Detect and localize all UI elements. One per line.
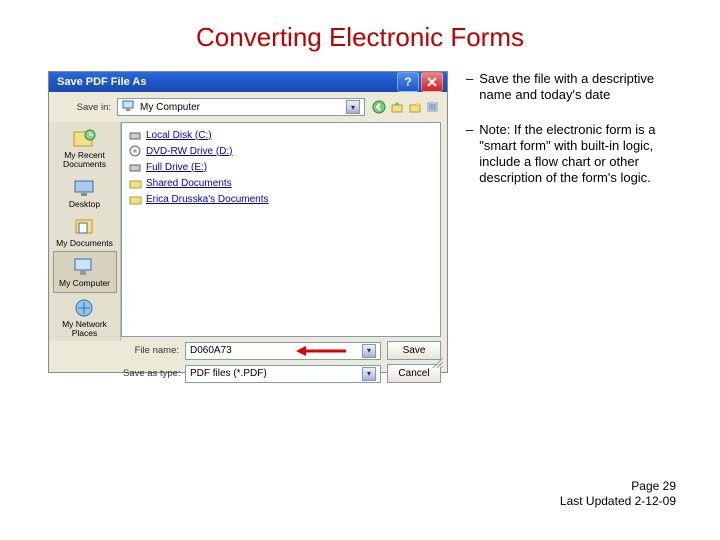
filename-label: File name: [123, 345, 179, 356]
note-text: Save the file with a descriptive name an… [479, 71, 674, 104]
back-icon[interactable] [371, 99, 387, 115]
places-bar: My Recent Documents Desktop My Documents… [49, 122, 121, 341]
computer-icon [71, 255, 99, 279]
list-item[interactable]: Shared Documents [128, 175, 434, 191]
save-dialog: Save PDF File As ? Save in: My Computer … [48, 71, 448, 373]
dialog-titlebar[interactable]: Save PDF File As ? [49, 72, 447, 92]
documents-icon [71, 215, 99, 239]
slide-footer: Page 29 Last Updated 2-12-09 [560, 479, 676, 510]
dvd-icon [128, 144, 142, 158]
savein-label: Save in: [55, 102, 111, 113]
file-label: Shared Documents [146, 178, 232, 189]
savetype-value: PDF files (*.PDF) [190, 368, 267, 379]
place-label: My Documents [56, 239, 113, 248]
filename-value: D060A73 [190, 345, 232, 356]
place-mydocs[interactable]: My Documents [53, 212, 117, 251]
place-label: My Recent Documents [53, 151, 117, 170]
computer-icon [122, 100, 136, 115]
views-icon[interactable] [425, 99, 441, 115]
place-label: My Computer [59, 279, 110, 288]
resize-grip-icon[interactable] [429, 354, 445, 370]
note-text: Note: If the electronic form is a "smart… [479, 122, 674, 187]
note-item: – Save the file with a descriptive name … [466, 71, 680, 104]
network-icon [71, 296, 99, 320]
bullet-dash: – [466, 71, 473, 104]
disk-icon [128, 160, 142, 174]
savetype-combo[interactable]: PDF files (*.PDF) ▾ [185, 365, 381, 383]
recent-icon [71, 127, 99, 151]
place-network[interactable]: My Network Places [53, 293, 117, 342]
folder-icon [128, 176, 142, 190]
chevron-down-icon[interactable]: ▾ [362, 344, 376, 358]
callout-arrow-icon [296, 346, 346, 356]
dialog-title: Save PDF File As [57, 76, 146, 88]
list-item[interactable]: Local Disk (C:) [128, 127, 434, 143]
savein-combo[interactable]: My Computer ▾ [117, 98, 365, 116]
place-mycomputer[interactable]: My Computer [53, 251, 117, 292]
footer-page: Page 29 [560, 479, 676, 495]
notes-column: – Save the file with a descriptive name … [466, 71, 680, 373]
savetype-label: Save as type: [123, 368, 179, 379]
place-desktop[interactable]: Desktop [53, 173, 117, 212]
place-recent[interactable]: My Recent Documents [53, 124, 117, 173]
bullet-dash: – [466, 122, 473, 187]
close-button[interactable] [421, 72, 443, 92]
file-label: Erica Drusska's Documents [146, 194, 269, 205]
new-folder-icon[interactable] [407, 99, 423, 115]
folder-icon [128, 192, 142, 206]
list-item[interactable]: Full Drive (E:) [128, 159, 434, 175]
savein-value: My Computer [140, 102, 200, 113]
chevron-down-icon[interactable]: ▾ [346, 100, 360, 114]
up-icon[interactable] [389, 99, 405, 115]
footer-updated: Last Updated 2-12-09 [560, 494, 676, 510]
help-button[interactable]: ? [397, 72, 419, 92]
place-label: My Network Places [53, 320, 117, 339]
file-label: Local Disk (C:) [146, 130, 212, 141]
filename-input[interactable]: D060A73 ▾ [185, 342, 381, 360]
file-label: DVD-RW Drive (D:) [146, 146, 232, 157]
list-item[interactable]: Erica Drusska's Documents [128, 191, 434, 207]
disk-icon [128, 128, 142, 142]
chevron-down-icon[interactable]: ▾ [362, 367, 376, 381]
slide-title: Converting Electronic Forms [0, 0, 720, 71]
list-item[interactable]: DVD-RW Drive (D:) [128, 143, 434, 159]
file-list[interactable]: Local Disk (C:) DVD-RW Drive (D:) Full D… [121, 122, 441, 337]
note-item: – Note: If the electronic form is a "sma… [466, 122, 680, 187]
place-label: Desktop [69, 200, 100, 209]
file-label: Full Drive (E:) [146, 162, 207, 173]
desktop-icon [71, 176, 99, 200]
